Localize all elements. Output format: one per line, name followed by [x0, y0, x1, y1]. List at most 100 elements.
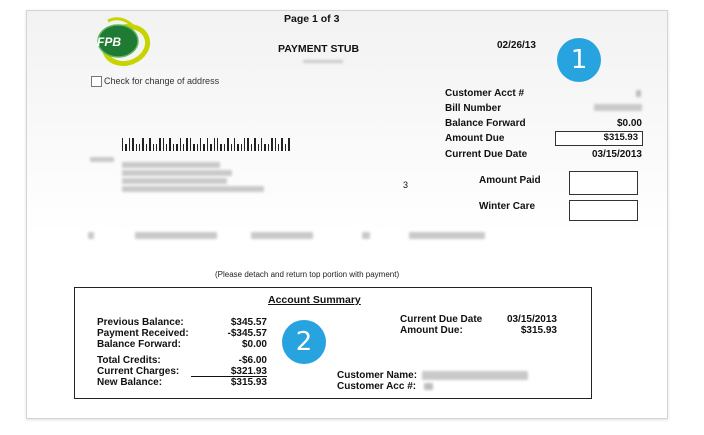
callout-badge-1: 1: [557, 38, 601, 82]
barcode-bar: [244, 138, 246, 151]
barcode-bar: [216, 138, 219, 151]
barcode-bar: [125, 144, 127, 151]
barcode-bar: [172, 144, 175, 151]
summary-label-payment-received: Payment Received:: [97, 328, 189, 339]
address-change-checkbox[interactable]: [91, 76, 102, 87]
barcode-bar: [281, 138, 283, 151]
redacted-customer-name: [422, 371, 528, 380]
callout-badge-2: 2: [282, 320, 326, 364]
barcode-bar: [271, 138, 273, 151]
barcode-bar: [159, 138, 161, 151]
barcode-bar: [233, 138, 236, 151]
barcode-bar: [213, 138, 215, 151]
barcode-bar: [261, 138, 263, 151]
barcode-bar: [250, 144, 253, 151]
barcode-bar: [135, 144, 137, 151]
barcode-bar: [203, 144, 205, 151]
barcode-bar: [162, 138, 165, 151]
redacted-scanline-0: [88, 232, 94, 239]
barcode-bar: [128, 138, 131, 151]
amount-paid-input[interactable]: [569, 171, 638, 195]
winter-care-input[interactable]: [569, 200, 638, 221]
barcode-bar: [199, 138, 202, 151]
current-due-date-value: 03/15/2013: [591, 149, 642, 160]
page-indicator: Page 1 of 3: [284, 13, 340, 25]
barcode-bar: [145, 144, 148, 151]
barcode-bar: [264, 144, 266, 151]
barcode-bar: [149, 138, 151, 151]
barcode-bar: [230, 144, 232, 151]
barcode-bar: [206, 138, 209, 151]
barcode-bar: [152, 144, 154, 151]
redacted-address-line-2: [122, 170, 232, 176]
barcode-bar: [176, 144, 178, 151]
barcode-bar: [210, 144, 212, 151]
barcode-bar: [169, 138, 171, 151]
summary-label-balance-forward: Balance Forward:: [97, 339, 181, 350]
amount-paid-label: Amount Paid: [479, 175, 541, 186]
redacted-address-line-4: [122, 186, 264, 192]
current-due-date-label: Current Due Date: [445, 149, 528, 160]
redacted-scanline-3: [362, 232, 370, 239]
summary-label-current-charges: Current Charges:: [97, 366, 180, 377]
summary-label-new-balance: New Balance:: [97, 377, 163, 388]
redacted-address-line-1: [122, 162, 220, 168]
redacted-bill-number: [594, 104, 642, 111]
account-summary-title: Account Summary: [268, 294, 361, 306]
barcode-bar: [166, 144, 168, 151]
summary-value-new-balance: $315.93: [230, 377, 267, 388]
barcode-bar: [288, 138, 290, 151]
barcode-bar: [189, 138, 192, 151]
redacted-customer-acct: [636, 90, 641, 97]
amount-due-label: Amount Due: [445, 133, 505, 144]
barcode-bar: [277, 144, 280, 151]
barcode-bar: [132, 138, 134, 151]
postal-barcode: [122, 138, 290, 151]
barcode-bar: [179, 138, 182, 151]
summary-value-balance-forward: $0.00: [241, 339, 267, 350]
logo-text: FPB: [97, 35, 121, 49]
bill-date: 02/26/13: [497, 40, 536, 51]
redacted-subtitle: [303, 60, 343, 63]
customer-name-label: Customer Name:: [337, 370, 418, 381]
barcode-bar: [267, 144, 270, 151]
barcode-bar: [227, 138, 229, 151]
redacted-customer-acc: [424, 383, 433, 390]
summary-value-total-credits: -$6.00: [238, 355, 267, 366]
barcode-bar: [237, 144, 239, 151]
summary-value-previous-balance: $345.57: [230, 317, 267, 328]
summary-amount-due-label: Amount Due:: [400, 325, 463, 336]
stub-title: PAYMENT STUB: [278, 43, 360, 55]
redacted-scanline-4: [409, 232, 485, 239]
barcode-bar: [193, 144, 195, 151]
redacted-address-line-0: [90, 157, 114, 162]
redacted-address-line-3: [122, 178, 227, 184]
amount-due-value: $315.93: [603, 132, 638, 143]
summary-value-payment-received: -$345.57: [227, 328, 267, 339]
redacted-scanline-2: [251, 232, 313, 239]
bill-number-label: Bill Number: [445, 103, 502, 114]
barcode-bar: [284, 144, 287, 151]
barcode-bar: [240, 144, 243, 151]
barcode-bar: [257, 144, 260, 151]
summary-due-date-value: 03/15/2013: [506, 314, 557, 325]
misc-number: 3: [403, 180, 409, 190]
barcode-bar: [254, 138, 256, 151]
summary-label-total-credits: Total Credits:: [97, 355, 161, 366]
barcode-bar: [220, 144, 222, 151]
barcode-bar: [183, 144, 185, 151]
summary-amount-due-value: $315.93: [520, 325, 557, 336]
barcode-bar: [274, 138, 276, 151]
barcode-bar: [155, 144, 158, 151]
barcode-bar: [142, 138, 144, 151]
balance-forward-value: $0.00: [616, 118, 642, 129]
balance-forward-label: Balance Forward: [445, 118, 526, 129]
detach-note: (Please detach and return top portion wi…: [215, 270, 400, 279]
summary-label-previous-balance: Previous Balance:: [97, 317, 184, 328]
barcode-bar: [122, 138, 124, 151]
barcode-bar: [138, 144, 141, 151]
customer-acct-label: Customer Acct #: [445, 88, 525, 99]
summary-due-date-label: Current Due Date: [400, 314, 483, 325]
redacted-scanline-1: [135, 232, 217, 239]
address-change-label: Check for change of address: [104, 76, 220, 86]
